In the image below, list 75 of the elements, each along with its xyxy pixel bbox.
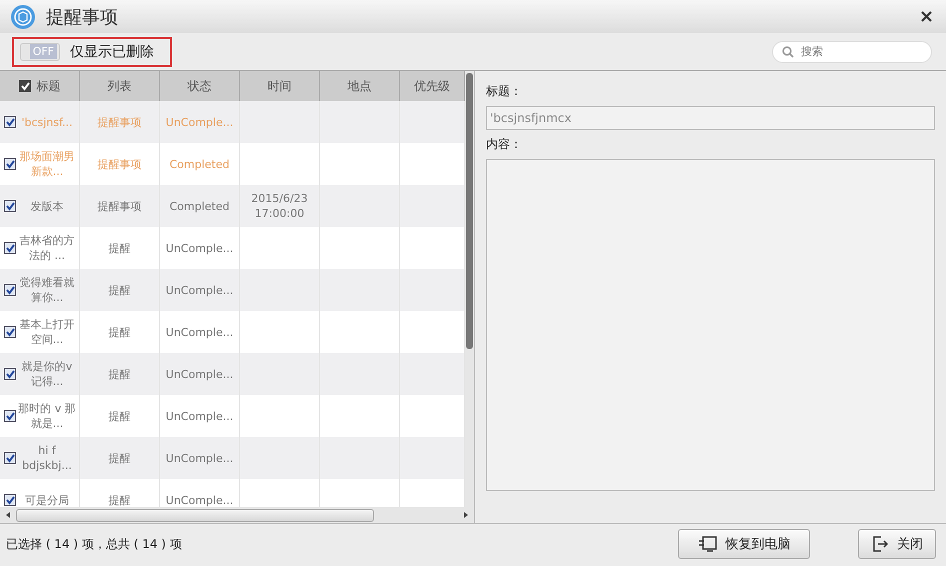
- table-cell: UnComple...: [166, 324, 234, 340]
- column-header[interactable]: 状态: [188, 78, 212, 94]
- table-cell: 提醒: [108, 240, 130, 256]
- table-row[interactable]: hi f bdjskbj... 提醒 UnComple...: [0, 437, 465, 479]
- table-row[interactable]: 发版本 提醒事项 Completed 2015/6/23 17:00:00: [0, 185, 465, 227]
- table-cell-text: 可是分局: [24, 492, 70, 507]
- row-checkbox[interactable]: [4, 284, 16, 296]
- app-logo-icon: [10, 4, 36, 30]
- column-header[interactable]: 列表: [108, 78, 132, 94]
- column-header[interactable]: 标题: [36, 78, 60, 94]
- row-checkbox[interactable]: [4, 494, 16, 506]
- table-cell: 提醒: [108, 450, 130, 466]
- select-all-checkbox[interactable]: [18, 80, 30, 92]
- table-cell: UnComple...: [166, 492, 234, 507]
- table-cell: 提醒事项: [98, 156, 142, 172]
- table-cell-text: 2015/6/23 17:00:00: [250, 191, 309, 221]
- table-cell-text: 基本上打开空间...: [18, 317, 76, 347]
- title-field[interactable]: 'bcsjnsfjnmcx: [486, 106, 935, 130]
- row-checkbox[interactable]: [4, 200, 16, 212]
- table-cell-text: 'bcsjnsf...: [20, 114, 74, 130]
- row-checkbox[interactable]: [4, 368, 16, 380]
- table-cell-text: 吉林省的方法的 ...: [18, 233, 76, 263]
- scroll-left-icon[interactable]: [4, 511, 12, 519]
- table-cell: UnComple...: [166, 114, 234, 130]
- row-checkbox[interactable]: [4, 116, 16, 128]
- table-row[interactable]: 基本上打开空间... 提醒 UnComple...: [0, 311, 465, 353]
- exit-icon: [871, 535, 889, 553]
- table-cell-text: 发版本: [30, 198, 64, 214]
- table-cell: Completed: [170, 198, 230, 214]
- table-row[interactable]: 觉得难看就算你... 提醒 UnComple...: [0, 269, 465, 311]
- title-label: 标题：: [486, 83, 523, 100]
- table-cell: 提醒: [108, 492, 130, 507]
- column-header[interactable]: 地点: [348, 78, 372, 94]
- close-button[interactable]: 关闭: [858, 529, 936, 559]
- table-cell: Completed: [170, 156, 230, 172]
- table-cell: 提醒: [108, 366, 130, 382]
- status-text: 已选择 ( 14 ) 项，总共 ( 14 ) 项: [6, 536, 183, 552]
- scrollbar-thumb[interactable]: [16, 508, 374, 522]
- row-checkbox[interactable]: [4, 452, 16, 464]
- row-checkbox[interactable]: [4, 326, 16, 338]
- table-cell: 提醒: [108, 408, 130, 424]
- table-cell-text: hi f bdjskbj...: [21, 443, 73, 473]
- scroll-right-icon[interactable]: [462, 511, 470, 519]
- content-label: 内容：: [486, 136, 523, 153]
- table-cell: UnComple...: [166, 282, 234, 298]
- row-checkbox[interactable]: [4, 158, 16, 170]
- row-checkbox[interactable]: [4, 242, 16, 254]
- table-cell: UnComple...: [166, 450, 234, 466]
- table-cell: UnComple...: [166, 408, 234, 424]
- table-row[interactable]: 吉林省的方法的 ... 提醒 UnComple...: [0, 227, 465, 269]
- table-cell: 提醒: [108, 324, 130, 340]
- table-row[interactable]: 可是分局 提醒 UnComple...: [0, 479, 465, 507]
- window-title: 提醒事项: [46, 6, 119, 28]
- table-row[interactable]: 那时的 v 那就是... 提醒 UnComple...: [0, 395, 465, 437]
- table-cell: UnComple...: [166, 366, 234, 382]
- scrollbar-thumb[interactable]: [466, 73, 473, 349]
- restore-button[interactable]: 恢复到电脑: [678, 529, 810, 559]
- content-field[interactable]: [486, 159, 935, 491]
- column-header[interactable]: 时间: [268, 78, 292, 94]
- table-cell: 提醒事项: [98, 114, 142, 130]
- table-cell: 提醒: [108, 282, 130, 298]
- computer-icon: [698, 535, 718, 553]
- search-icon: [782, 46, 794, 58]
- column-header[interactable]: 优先级: [414, 78, 450, 94]
- table-cell: 那时的 v 那就是...: [18, 401, 76, 431]
- row-checkbox[interactable]: [4, 410, 16, 422]
- table-cell-text: 就是你的v 记得...: [20, 359, 74, 389]
- table-row[interactable]: 就是你的v 记得... 提醒 UnComple...: [0, 353, 465, 395]
- table-cell: UnComple...: [166, 240, 234, 256]
- filter-label: 仅显示已删除: [70, 42, 154, 60]
- table-cell-text: 那场面潮男新款...: [18, 149, 76, 179]
- table-cell-text: 觉得难看就算你...: [18, 275, 76, 305]
- table-cell: 提醒事项: [98, 198, 142, 214]
- close-icon[interactable]: [921, 11, 932, 22]
- search-field[interactable]: 搜索: [772, 40, 932, 62]
